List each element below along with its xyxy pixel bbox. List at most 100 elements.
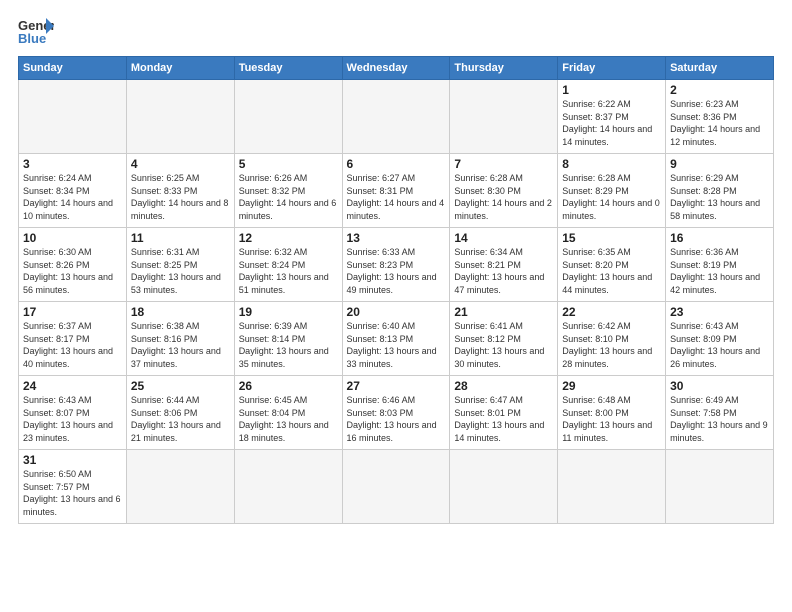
calendar-page: General Blue SundayMondayTuesdayWednesda…	[0, 0, 792, 612]
day-number: 30	[670, 379, 769, 393]
day-number: 14	[454, 231, 553, 245]
day-info: Sunrise: 6:31 AM Sunset: 8:25 PM Dayligh…	[131, 246, 230, 296]
calendar-cell: 30Sunrise: 6:49 AM Sunset: 7:58 PM Dayli…	[666, 376, 774, 450]
day-number: 16	[670, 231, 769, 245]
week-row-6: 31Sunrise: 6:50 AM Sunset: 7:57 PM Dayli…	[19, 450, 774, 524]
day-info: Sunrise: 6:22 AM Sunset: 8:37 PM Dayligh…	[562, 98, 661, 148]
calendar-cell: 2Sunrise: 6:23 AM Sunset: 8:36 PM Daylig…	[666, 80, 774, 154]
week-row-4: 17Sunrise: 6:37 AM Sunset: 8:17 PM Dayli…	[19, 302, 774, 376]
day-info: Sunrise: 6:41 AM Sunset: 8:12 PM Dayligh…	[454, 320, 553, 370]
week-row-3: 10Sunrise: 6:30 AM Sunset: 8:26 PM Dayli…	[19, 228, 774, 302]
day-number: 28	[454, 379, 553, 393]
calendar-cell: 5Sunrise: 6:26 AM Sunset: 8:32 PM Daylig…	[234, 154, 342, 228]
calendar-cell	[666, 450, 774, 524]
day-number: 31	[23, 453, 122, 467]
day-number: 29	[562, 379, 661, 393]
day-info: Sunrise: 6:29 AM Sunset: 8:28 PM Dayligh…	[670, 172, 769, 222]
day-number: 27	[347, 379, 446, 393]
weekday-wednesday: Wednesday	[342, 57, 450, 80]
day-info: Sunrise: 6:46 AM Sunset: 8:03 PM Dayligh…	[347, 394, 446, 444]
calendar-cell: 8Sunrise: 6:28 AM Sunset: 8:29 PM Daylig…	[558, 154, 666, 228]
calendar-cell: 7Sunrise: 6:28 AM Sunset: 8:30 PM Daylig…	[450, 154, 558, 228]
day-info: Sunrise: 6:43 AM Sunset: 8:09 PM Dayligh…	[670, 320, 769, 370]
day-number: 21	[454, 305, 553, 319]
day-info: Sunrise: 6:48 AM Sunset: 8:00 PM Dayligh…	[562, 394, 661, 444]
calendar-cell	[450, 450, 558, 524]
day-number: 17	[23, 305, 122, 319]
day-info: Sunrise: 6:25 AM Sunset: 8:33 PM Dayligh…	[131, 172, 230, 222]
day-number: 22	[562, 305, 661, 319]
day-info: Sunrise: 6:37 AM Sunset: 8:17 PM Dayligh…	[23, 320, 122, 370]
day-number: 13	[347, 231, 446, 245]
calendar-table: SundayMondayTuesdayWednesdayThursdayFrid…	[18, 56, 774, 524]
calendar-cell	[126, 450, 234, 524]
weekday-header-row: SundayMondayTuesdayWednesdayThursdayFrid…	[19, 57, 774, 80]
day-number: 9	[670, 157, 769, 171]
weekday-friday: Friday	[558, 57, 666, 80]
day-info: Sunrise: 6:39 AM Sunset: 8:14 PM Dayligh…	[239, 320, 338, 370]
day-info: Sunrise: 6:43 AM Sunset: 8:07 PM Dayligh…	[23, 394, 122, 444]
day-info: Sunrise: 6:28 AM Sunset: 8:29 PM Dayligh…	[562, 172, 661, 222]
day-info: Sunrise: 6:49 AM Sunset: 7:58 PM Dayligh…	[670, 394, 769, 444]
day-info: Sunrise: 6:27 AM Sunset: 8:31 PM Dayligh…	[347, 172, 446, 222]
day-number: 1	[562, 83, 661, 97]
calendar-cell: 12Sunrise: 6:32 AM Sunset: 8:24 PM Dayli…	[234, 228, 342, 302]
day-number: 6	[347, 157, 446, 171]
header: General Blue	[18, 16, 774, 46]
day-number: 24	[23, 379, 122, 393]
day-number: 25	[131, 379, 230, 393]
calendar-cell: 22Sunrise: 6:42 AM Sunset: 8:10 PM Dayli…	[558, 302, 666, 376]
calendar-cell: 31Sunrise: 6:50 AM Sunset: 7:57 PM Dayli…	[19, 450, 127, 524]
day-number: 2	[670, 83, 769, 97]
logo: General Blue	[18, 16, 54, 46]
calendar-cell: 20Sunrise: 6:40 AM Sunset: 8:13 PM Dayli…	[342, 302, 450, 376]
day-number: 5	[239, 157, 338, 171]
calendar-cell	[342, 80, 450, 154]
calendar-cell: 27Sunrise: 6:46 AM Sunset: 8:03 PM Dayli…	[342, 376, 450, 450]
day-number: 23	[670, 305, 769, 319]
calendar-cell	[342, 450, 450, 524]
calendar-cell: 29Sunrise: 6:48 AM Sunset: 8:00 PM Dayli…	[558, 376, 666, 450]
day-number: 3	[23, 157, 122, 171]
day-info: Sunrise: 6:34 AM Sunset: 8:21 PM Dayligh…	[454, 246, 553, 296]
calendar-cell: 26Sunrise: 6:45 AM Sunset: 8:04 PM Dayli…	[234, 376, 342, 450]
day-info: Sunrise: 6:44 AM Sunset: 8:06 PM Dayligh…	[131, 394, 230, 444]
day-info: Sunrise: 6:30 AM Sunset: 8:26 PM Dayligh…	[23, 246, 122, 296]
calendar-cell	[558, 450, 666, 524]
calendar-cell: 18Sunrise: 6:38 AM Sunset: 8:16 PM Dayli…	[126, 302, 234, 376]
week-row-2: 3Sunrise: 6:24 AM Sunset: 8:34 PM Daylig…	[19, 154, 774, 228]
day-number: 15	[562, 231, 661, 245]
day-info: Sunrise: 6:50 AM Sunset: 7:57 PM Dayligh…	[23, 468, 122, 518]
calendar-cell: 4Sunrise: 6:25 AM Sunset: 8:33 PM Daylig…	[126, 154, 234, 228]
weekday-tuesday: Tuesday	[234, 57, 342, 80]
calendar-cell: 6Sunrise: 6:27 AM Sunset: 8:31 PM Daylig…	[342, 154, 450, 228]
day-info: Sunrise: 6:32 AM Sunset: 8:24 PM Dayligh…	[239, 246, 338, 296]
day-number: 7	[454, 157, 553, 171]
calendar-cell: 11Sunrise: 6:31 AM Sunset: 8:25 PM Dayli…	[126, 228, 234, 302]
day-info: Sunrise: 6:36 AM Sunset: 8:19 PM Dayligh…	[670, 246, 769, 296]
day-number: 18	[131, 305, 230, 319]
calendar-cell: 13Sunrise: 6:33 AM Sunset: 8:23 PM Dayli…	[342, 228, 450, 302]
week-row-5: 24Sunrise: 6:43 AM Sunset: 8:07 PM Dayli…	[19, 376, 774, 450]
svg-text:Blue: Blue	[18, 31, 46, 46]
calendar-cell: 19Sunrise: 6:39 AM Sunset: 8:14 PM Dayli…	[234, 302, 342, 376]
calendar-cell: 15Sunrise: 6:35 AM Sunset: 8:20 PM Dayli…	[558, 228, 666, 302]
calendar-cell: 24Sunrise: 6:43 AM Sunset: 8:07 PM Dayli…	[19, 376, 127, 450]
day-info: Sunrise: 6:40 AM Sunset: 8:13 PM Dayligh…	[347, 320, 446, 370]
calendar-cell	[234, 450, 342, 524]
calendar-cell: 16Sunrise: 6:36 AM Sunset: 8:19 PM Dayli…	[666, 228, 774, 302]
weekday-monday: Monday	[126, 57, 234, 80]
weekday-thursday: Thursday	[450, 57, 558, 80]
day-info: Sunrise: 6:38 AM Sunset: 8:16 PM Dayligh…	[131, 320, 230, 370]
day-info: Sunrise: 6:45 AM Sunset: 8:04 PM Dayligh…	[239, 394, 338, 444]
day-info: Sunrise: 6:28 AM Sunset: 8:30 PM Dayligh…	[454, 172, 553, 222]
calendar-cell: 1Sunrise: 6:22 AM Sunset: 8:37 PM Daylig…	[558, 80, 666, 154]
calendar-cell	[450, 80, 558, 154]
calendar-cell: 21Sunrise: 6:41 AM Sunset: 8:12 PM Dayli…	[450, 302, 558, 376]
weekday-sunday: Sunday	[19, 57, 127, 80]
calendar-cell: 25Sunrise: 6:44 AM Sunset: 8:06 PM Dayli…	[126, 376, 234, 450]
day-number: 11	[131, 231, 230, 245]
day-number: 12	[239, 231, 338, 245]
calendar-cell: 17Sunrise: 6:37 AM Sunset: 8:17 PM Dayli…	[19, 302, 127, 376]
calendar-cell	[126, 80, 234, 154]
